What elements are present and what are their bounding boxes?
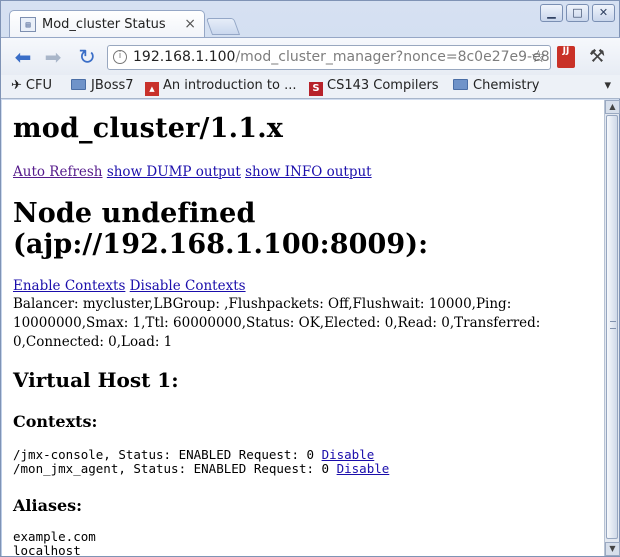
disable-contexts-link[interactable]: Disable Contexts bbox=[130, 278, 246, 294]
bookmark-cfu[interactable]: ✈ CFU bbox=[11, 78, 52, 93]
tab-strip: ▤ Mod_cluster Status × ▁ □ ✕ bbox=[1, 1, 620, 37]
context-text: /mon_jmx_agent, Status: ENABLED Request:… bbox=[13, 461, 337, 476]
bookmark-introduction[interactable]: ▲ An introduction to ... bbox=[145, 78, 296, 96]
bookmark-label: CS143 Compilers bbox=[327, 78, 439, 93]
minimize-button[interactable]: ▁ bbox=[540, 4, 563, 22]
auto-refresh-link[interactable]: Auto Refresh bbox=[13, 164, 103, 180]
enable-contexts-link[interactable]: Enable Contexts bbox=[13, 278, 125, 294]
back-arrow-icon[interactable]: ⬅ bbox=[11, 46, 35, 68]
show-dump-link[interactable]: show DUMP output bbox=[107, 164, 241, 180]
wrench-menu-icon[interactable]: ⚒ bbox=[589, 46, 605, 67]
show-info-link[interactable]: show INFO output bbox=[245, 164, 371, 180]
page-info-icon[interactable]: i bbox=[113, 50, 127, 64]
tab-close-icon[interactable]: × bbox=[184, 16, 196, 32]
disable-context-link[interactable]: Disable bbox=[322, 447, 375, 462]
alias-item: example.com bbox=[13, 529, 96, 544]
contexts-heading: Contexts: bbox=[13, 412, 98, 431]
navigation-toolbar: ⬅ ➡ ↻ i 192.168.1.100/mod_cluster_manage… bbox=[1, 37, 620, 75]
vertical-scrollbar[interactable]: ▲ ▼ bbox=[604, 100, 620, 556]
tab-mod-cluster-status[interactable]: ▤ Mod_cluster Status × bbox=[9, 10, 205, 37]
url-path: /mod_cluster_manager?nonce=8c0e27e9-e8 bbox=[235, 49, 550, 65]
folder-icon bbox=[453, 79, 468, 90]
bookmark-star-icon[interactable]: ☆ bbox=[531, 47, 546, 67]
context-text: /jmx-console, Status: ENABLED Request: 0 bbox=[13, 447, 322, 462]
new-tab-button[interactable] bbox=[205, 18, 241, 35]
stanford-icon: S bbox=[309, 82, 323, 96]
browser-window: ▤ Mod_cluster Status × ▁ □ ✕ ⬅ ➡ ↻ i 192… bbox=[0, 0, 620, 557]
page-title: mod_cluster/1.1.x bbox=[13, 113, 284, 144]
tab-title: Mod_cluster Status bbox=[42, 17, 166, 32]
folder-icon bbox=[71, 79, 86, 90]
balancer-info: Balancer: mycluster,LBGroup: ,Flushpacke… bbox=[13, 296, 541, 350]
window-controls: ▁ □ ✕ bbox=[540, 4, 615, 22]
scroll-up-arrow-icon[interactable]: ▲ bbox=[605, 100, 620, 114]
url-text[interactable]: 192.168.1.100/mod_cluster_manager?nonce=… bbox=[133, 49, 550, 65]
forward-arrow-icon[interactable]: ➡ bbox=[41, 46, 65, 68]
maximize-button[interactable]: □ bbox=[566, 4, 589, 22]
page-content: mod_cluster/1.1.x Auto Refresh show DUMP… bbox=[2, 113, 604, 556]
alias-item: localhost bbox=[13, 543, 81, 557]
bookmark-cs143[interactable]: S CS143 Compilers bbox=[309, 78, 439, 96]
scrollbar-grip-icon bbox=[610, 321, 616, 329]
bookmark-label: An introduction to ... bbox=[163, 78, 297, 93]
node-heading: Node undefined (ajp://192.168.1.100:8009… bbox=[13, 198, 429, 260]
reload-icon[interactable]: ↻ bbox=[75, 46, 99, 68]
chevron-down-icon[interactable]: ▾ bbox=[604, 78, 611, 93]
bookmarks-bar: ✈ CFU JBoss7 ▲ An introduction to ... S CS1… bbox=[1, 75, 620, 99]
extension-icon[interactable]: JJ bbox=[557, 46, 575, 68]
virtual-host-heading: Virtual Host 1: bbox=[13, 368, 179, 392]
context-links: Enable Contexts Disable Contexts bbox=[13, 278, 593, 294]
bookmark-label: CFU bbox=[25, 78, 52, 93]
contexts-list: /jmx-console, Status: ENABLED Request: 0… bbox=[13, 448, 593, 476]
scroll-down-arrow-icon[interactable]: ▼ bbox=[605, 542, 620, 556]
plane-icon: ✈ bbox=[11, 78, 22, 93]
page-viewport: mod_cluster/1.1.x Auto Refresh show DUMP… bbox=[2, 100, 604, 556]
bookmark-label: Chemistry bbox=[473, 78, 540, 93]
disable-context-link[interactable]: Disable bbox=[337, 461, 390, 476]
aliases-list: example.com localhost default-host bbox=[13, 529, 593, 557]
address-bar[interactable]: i 192.168.1.100/mod_cluster_manager?nonc… bbox=[107, 45, 551, 70]
aliases-heading: Aliases: bbox=[13, 496, 83, 515]
url-host: 192.168.1.100 bbox=[133, 49, 236, 65]
wiki-icon: ▲ bbox=[145, 82, 159, 96]
context-row: /jmx-console, Status: ENABLED Request: 0… bbox=[13, 448, 593, 462]
top-links: Auto Refresh show DUMP output show INFO … bbox=[13, 164, 593, 180]
bookmark-label: JBoss7 bbox=[91, 78, 134, 93]
page-favicon-icon: ▤ bbox=[20, 17, 36, 32]
bookmark-jboss7[interactable]: JBoss7 bbox=[71, 78, 134, 93]
scrollbar-thumb[interactable] bbox=[606, 115, 618, 539]
bookmark-chemistry[interactable]: Chemistry bbox=[453, 78, 540, 93]
context-row: /mon_jmx_agent, Status: ENABLED Request:… bbox=[13, 462, 593, 476]
close-window-button[interactable]: ✕ bbox=[592, 4, 615, 22]
